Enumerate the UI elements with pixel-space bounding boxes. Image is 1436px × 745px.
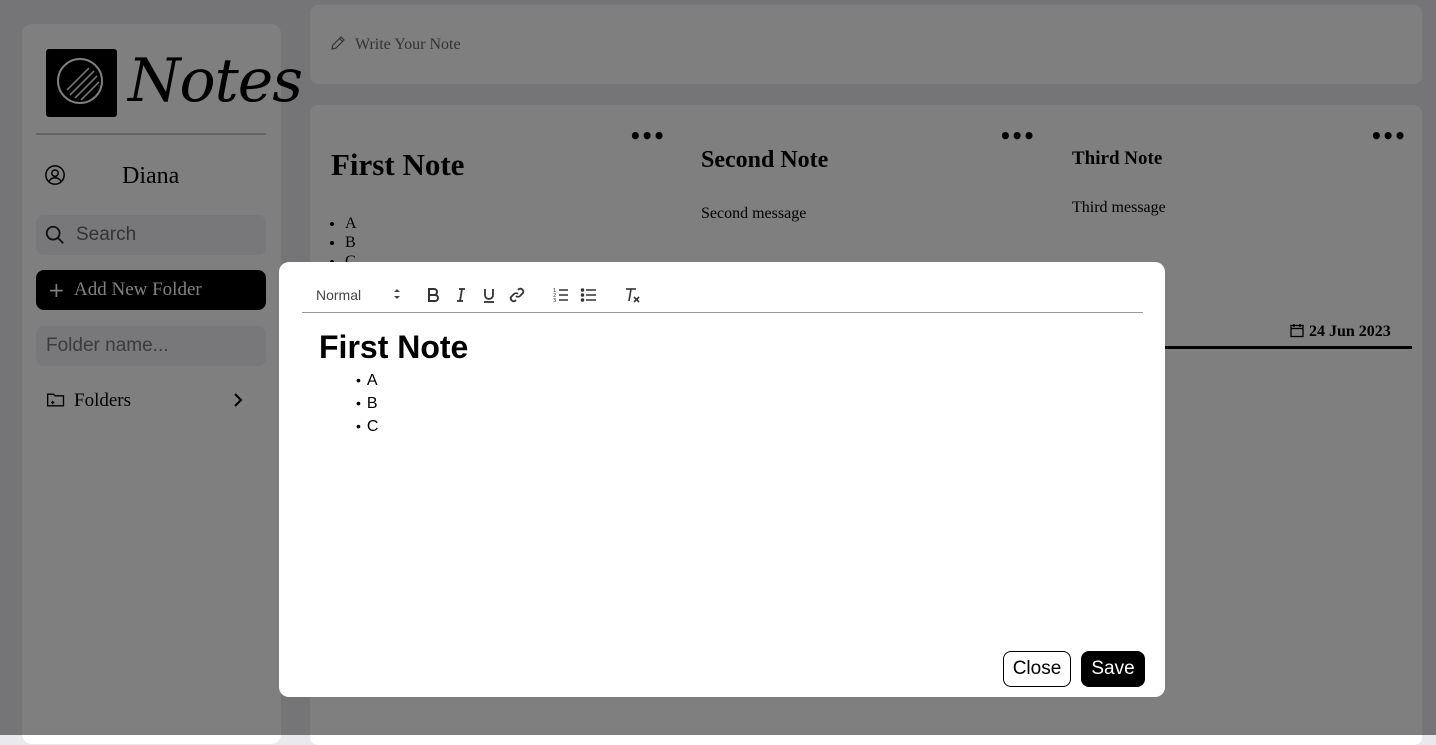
close-button[interactable]: Close <box>1003 651 1071 687</box>
select-arrows-icon <box>392 285 402 306</box>
clear-format-icon[interactable] <box>620 283 644 307</box>
ordered-list-icon[interactable]: 1 2 3 <box>549 283 573 307</box>
editor-heading: First Note <box>319 329 469 365</box>
editor-list-item: A <box>356 369 1119 392</box>
bullet-list-icon[interactable] <box>577 283 601 307</box>
bold-icon[interactable] <box>421 283 445 307</box>
save-button[interactable]: Save <box>1081 651 1145 687</box>
note-editor[interactable]: First Note A B C <box>319 328 1119 588</box>
format-select-value: Normal <box>316 287 362 303</box>
link-icon[interactable] <box>505 283 529 307</box>
underline-icon[interactable] <box>477 283 501 307</box>
editor-list-item: B <box>356 392 1119 415</box>
italic-icon[interactable] <box>449 283 473 307</box>
format-select[interactable]: Normal <box>316 285 406 305</box>
editor-list-item: C <box>356 415 1119 438</box>
editor-list: A B C <box>319 369 1119 438</box>
edit-note-modal: Normal 1 2 3 First Note • A • B • C Clos… <box>279 262 1165 697</box>
svg-text:3: 3 <box>553 298 556 304</box>
editor-toolbar: Normal 1 2 3 <box>302 279 1143 313</box>
